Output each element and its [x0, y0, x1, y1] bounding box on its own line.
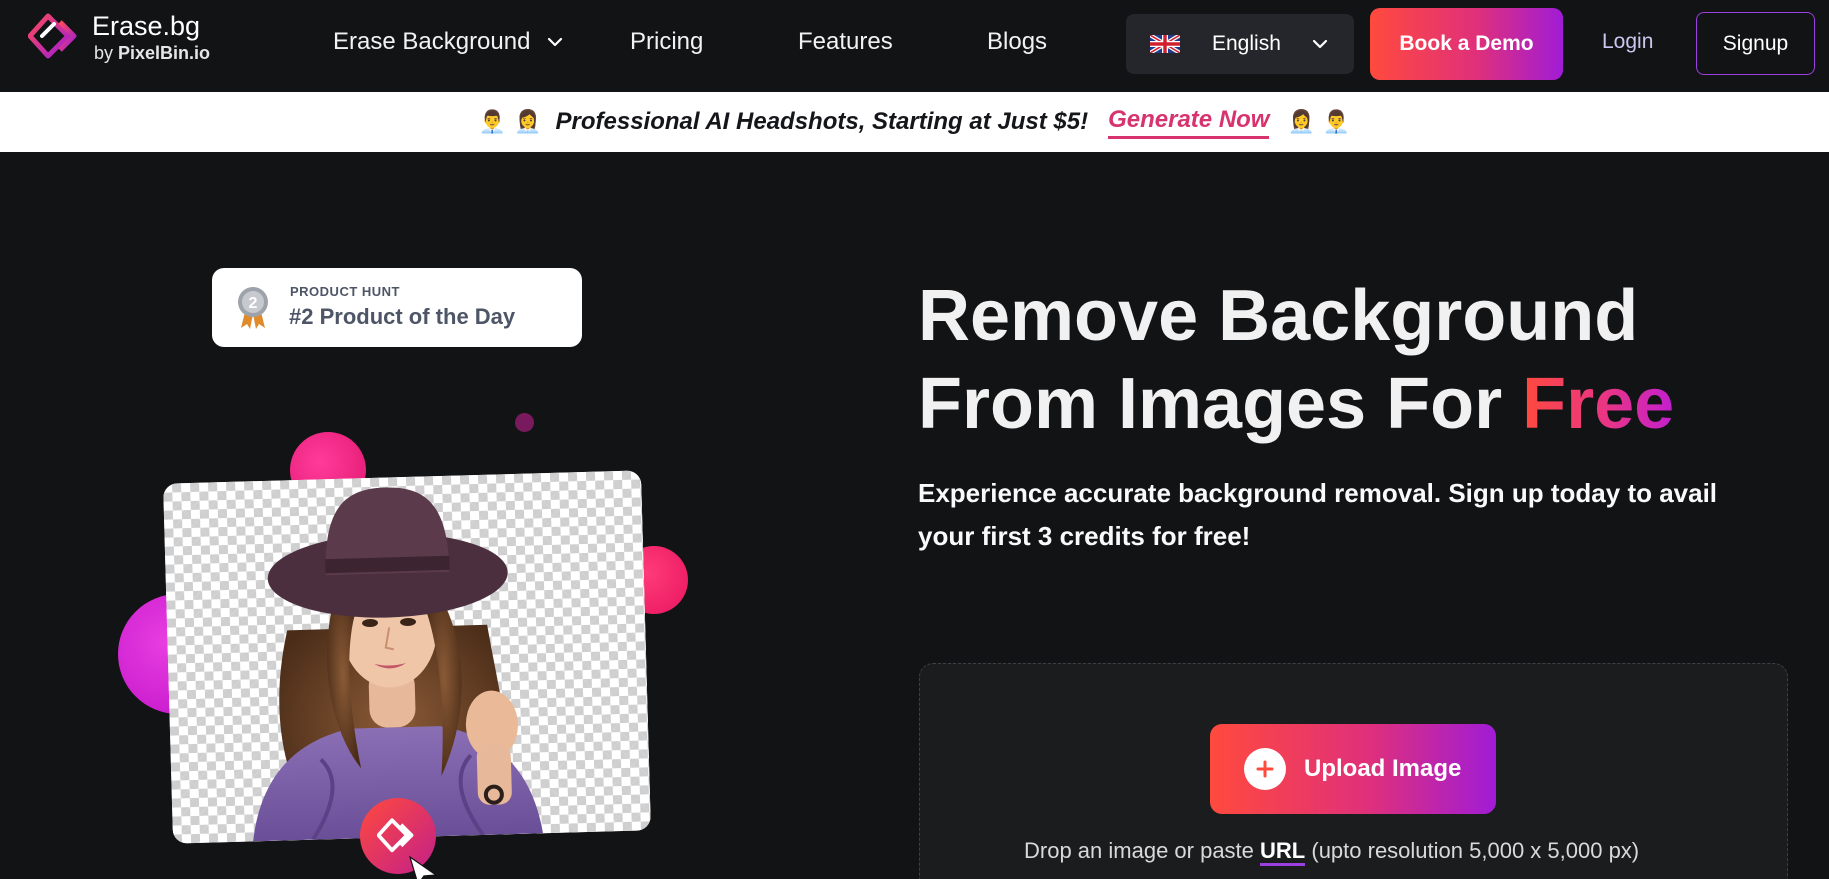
- nav-blogs-link[interactable]: Blogs: [987, 28, 1047, 56]
- language-selector[interactable]: English: [1126, 14, 1354, 74]
- login-link[interactable]: Login: [1602, 30, 1653, 54]
- badge-title: #2 Product of the Day: [289, 304, 516, 329]
- promo-text: Professional AI Headshots, Starting at J…: [555, 108, 1089, 135]
- headline-highlight-free: Free: [1522, 364, 1675, 444]
- mouse-cursor-icon: [408, 855, 438, 879]
- logo-title: Erase.bg: [92, 10, 201, 41]
- headline-line-1: Remove Background: [918, 276, 1639, 356]
- chevron-down-icon: [1312, 39, 1327, 49]
- nav-pricing-link[interactable]: Pricing: [630, 28, 703, 56]
- product-hunt-badge[interactable]: 2 PRODUCT HUNT #2 Product of the Day: [212, 268, 582, 347]
- nav-erase-background-dropdown[interactable]: Erase Background: [333, 28, 564, 56]
- generate-now-link[interactable]: Generate Now: [1108, 106, 1270, 139]
- chevron-down-icon: [548, 37, 563, 47]
- promo-banner: 👨‍💼 👩‍💼 Professional AI Headshots, Start…: [0, 92, 1829, 152]
- top-navbar: Erase.bg by PixelBin.io Erase Background…: [0, 0, 1829, 92]
- businessman-emoji-icon: 👨‍💼: [478, 109, 507, 134]
- medal-icon: 2: [238, 287, 268, 329]
- upload-hint-suffix: (upto resolution 5,000 x 5,000 px): [1305, 838, 1640, 863]
- nav-features-link[interactable]: Features: [798, 28, 893, 56]
- upload-hint: Drop an image or paste URL (upto resolut…: [1024, 838, 1640, 866]
- uk-flag-icon: [1150, 35, 1180, 53]
- businessman-emoji-icon: 👨‍💼: [1322, 109, 1351, 134]
- demo-image-card: [163, 470, 651, 844]
- businesswoman-emoji-icon: 👩‍💼: [514, 109, 542, 134]
- medal-rank: 2: [249, 295, 258, 312]
- upload-hint-prefix: Drop an image or paste: [1024, 838, 1261, 863]
- plus-icon: [1244, 748, 1286, 790]
- nav-erase-background-label: Erase Background: [333, 28, 531, 55]
- logo-subtitle: by PixelBin.io: [94, 42, 211, 63]
- businesswoman-emoji-icon: 👩‍💼: [1287, 109, 1315, 134]
- hero-subtitle: Experience accurate background removal. …: [918, 478, 1718, 551]
- badge-kicker: PRODUCT HUNT: [290, 284, 400, 299]
- paste-url-link[interactable]: URL: [1260, 838, 1306, 866]
- upload-image-button[interactable]: Upload Image: [1210, 724, 1496, 814]
- woman-in-hat-image: [253, 487, 543, 842]
- book-demo-button[interactable]: Book a Demo: [1370, 8, 1563, 80]
- language-label: English: [1212, 32, 1281, 55]
- signup-button[interactable]: Signup: [1696, 12, 1815, 75]
- decorative-dot: [515, 413, 534, 432]
- logo[interactable]: Erase.bg by PixelBin.io: [28, 12, 210, 62]
- upload-image-label: Upload Image: [1304, 755, 1462, 782]
- erase-bg-logo-icon: [28, 13, 77, 59]
- erase-bg-logo-icon: [377, 818, 414, 853]
- headline-line-2: From Images For: [918, 364, 1523, 444]
- hero-headline: Remove Background From Images For Free: [918, 272, 1674, 448]
